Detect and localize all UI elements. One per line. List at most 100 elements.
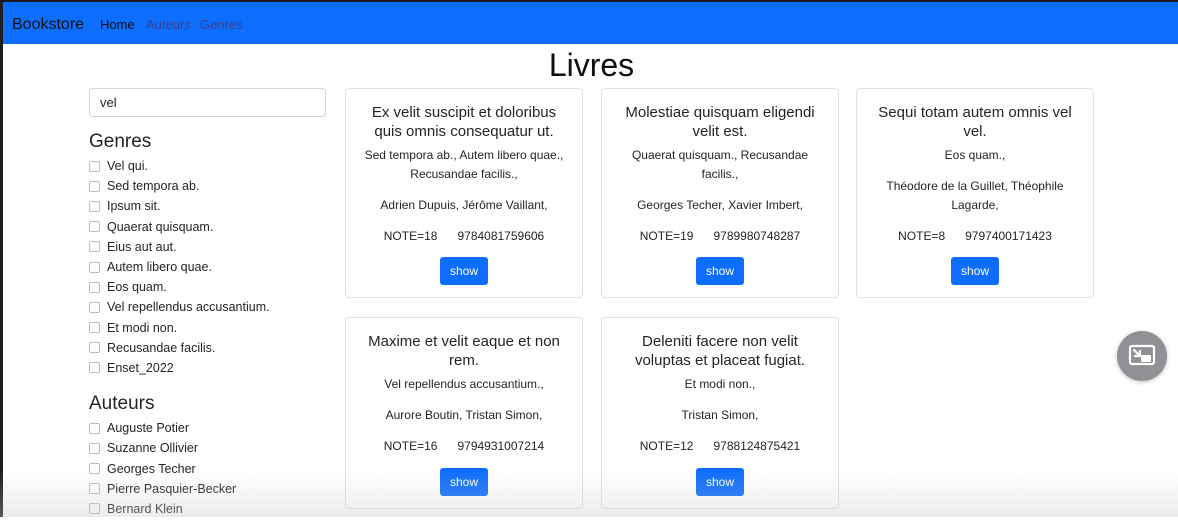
genre-label: Quaerat quisquam.	[107, 219, 214, 234]
search-input[interactable]	[89, 88, 326, 117]
author-label: Georges Techer	[107, 461, 196, 476]
genre-label: Enset_2022	[107, 360, 174, 375]
genre-label: Recusandae facilis.	[107, 340, 216, 355]
author-filter-list: Auguste Potier Suzanne Ollivier Georges Te…	[89, 418, 329, 519]
genre-filter-list: Vel qui. Sed tempora ab. Ipsum sit. Quaerat…	[89, 156, 329, 378]
genre-filter-item[interactable]: Sed tempora ab.	[89, 176, 329, 196]
book-authors: Aurore Boutin, Tristan Simon,	[385, 408, 543, 422]
nav-link-genres[interactable]: Genres	[200, 17, 243, 32]
genre-checkbox[interactable]	[89, 342, 100, 354]
book-authors: Adrien Dupuis, Jérôme Vaillant,	[380, 198, 548, 212]
filter-sidebar: Genres Vel qui. Sed tempora ab. Ipsum sit.…	[89, 129, 329, 532]
authors-heading: Auteurs	[89, 393, 155, 415]
book-title: Molestiae quisquam eligendi velit est.	[625, 104, 815, 140]
brand-link[interactable]: Bookstore	[12, 16, 84, 34]
genre-checkbox[interactable]	[89, 180, 100, 192]
book-isbn: 9789980748287	[713, 229, 801, 243]
genre-filter-item[interactable]: Vel repellendus accusantium.	[89, 297, 329, 317]
author-label: Auguste Potier	[107, 421, 189, 436]
author-filter-item[interactable]: Pierre Pasquier-Becker	[89, 479, 329, 499]
genre-filter-item[interactable]: Recusandae facilis.	[89, 338, 329, 358]
book-genres: Vel repellendus accusantium.,	[384, 377, 544, 391]
book-authors: Tristan Simon,	[681, 408, 759, 422]
book-authors: Théodore de la Guillet, Théophile Lagard…	[886, 179, 1064, 212]
genre-filter-item[interactable]: Et modi non.	[89, 318, 329, 338]
genre-checkbox[interactable]	[89, 301, 100, 313]
author-filter-item[interactable]: Bernard Klein	[89, 499, 329, 519]
genre-checkbox[interactable]	[89, 281, 100, 293]
book-card: Ex velit suscipit et doloribus quis omni…	[345, 88, 583, 298]
book-genres: Sed tempora ab., Autem libero quae., Rec…	[364, 148, 564, 181]
genre-filter-item[interactable]: Quaerat quisquam.	[89, 217, 329, 237]
author-checkbox[interactable]	[89, 422, 100, 434]
book-note: NOTE=18	[383, 229, 438, 243]
genre-filter-item[interactable]: Eius aut aut.	[89, 237, 329, 257]
nav-link-auteurs[interactable]: Auteurs	[146, 17, 191, 32]
genre-filter-item[interactable]: Vel qui.	[89, 156, 329, 176]
book-title: Sequi totam autem omnis vel vel.	[878, 104, 1072, 140]
book-genres: Quaerat quisquam., Recusandae facilis.,	[631, 148, 809, 181]
nav-link-home[interactable]: Home	[100, 17, 135, 32]
genre-label: Autem libero quae.	[107, 260, 212, 275]
genre-label: Eius aut aut.	[107, 239, 177, 254]
book-card: Maxime et velit eaque et non rem. Vel rep…	[345, 317, 583, 509]
genre-label: Ipsum sit.	[107, 199, 161, 214]
genre-label: Sed tempora ab.	[107, 179, 200, 194]
book-note: NOTE=8	[898, 229, 946, 243]
author-label: Suzanne Ollivier	[107, 441, 199, 456]
author-checkbox[interactable]	[89, 463, 100, 475]
genre-label: Et modi non.	[107, 320, 178, 335]
book-title: Deleniti facere non velit voluptas et pl…	[634, 333, 806, 369]
author-checkbox[interactable]	[89, 503, 100, 515]
genre-checkbox[interactable]	[89, 221, 100, 233]
show-button[interactable]: show	[440, 468, 488, 496]
author-checkbox[interactable]	[89, 483, 100, 495]
genre-checkbox[interactable]	[89, 200, 100, 212]
book-title: Maxime et velit eaque et non rem.	[368, 333, 560, 369]
book-isbn: 9784081759606	[457, 229, 545, 243]
genre-filter-item[interactable]: Ipsum sit.	[89, 196, 329, 216]
show-button[interactable]: show	[696, 257, 744, 285]
genres-heading: Genres	[89, 131, 152, 152]
show-button[interactable]: show	[951, 257, 999, 285]
genre-label: Vel repellendus accusantium.	[107, 300, 270, 315]
genre-checkbox[interactable]	[89, 322, 100, 334]
book-genres: Et modi non.,	[684, 377, 756, 391]
book-isbn: 9797400171423	[965, 229, 1052, 243]
book-authors: Georges Techer, Xavier Imbert,	[637, 198, 803, 212]
book-note: NOTE=12	[639, 439, 694, 453]
genre-filter-item[interactable]: Enset_2022	[89, 358, 329, 378]
genre-filter-item[interactable]: Autem libero quae.	[89, 257, 329, 277]
book-note: NOTE=16	[383, 439, 438, 453]
genre-label: Vel qui.	[107, 159, 149, 174]
page-title: Livres	[548, 47, 635, 83]
exit-picture-in-picture-button[interactable]	[1117, 331, 1167, 381]
book-meta: NOTE=12 9788124875421	[602, 437, 838, 456]
author-label: Pierre Pasquier-Becker	[107, 481, 237, 496]
author-filter-item[interactable]: Suzanne Ollivier	[89, 438, 329, 458]
book-card: Sequi totam autem omnis vel vel. Eos quam…	[856, 88, 1094, 298]
genre-checkbox[interactable]	[89, 241, 100, 253]
book-isbn: 9788124875421	[713, 439, 801, 453]
author-checkbox[interactable]	[89, 442, 100, 454]
exit-picture-in-picture-icon	[1128, 344, 1156, 366]
author-filter-item[interactable]: Georges Techer	[89, 458, 329, 478]
book-genres: Eos quam.,	[944, 148, 1006, 162]
author-label: Bernard Klein	[107, 501, 183, 516]
book-meta: NOTE=19 9789980748287	[602, 227, 838, 246]
genre-checkbox[interactable]	[89, 362, 100, 374]
genre-checkbox[interactable]	[89, 261, 100, 273]
book-card: Molestiae quisquam eligendi velit est. Qu…	[601, 88, 839, 298]
show-button[interactable]: show	[440, 257, 488, 285]
show-button[interactable]: show	[696, 468, 744, 496]
genre-label: Eos quam.	[107, 280, 167, 295]
genre-checkbox[interactable]	[89, 160, 100, 172]
book-card: Deleniti facere non velit voluptas et pl…	[601, 317, 839, 509]
author-filter-item[interactable]: Auguste Potier	[89, 418, 329, 438]
genre-filter-item[interactable]: Eos quam.	[89, 277, 329, 297]
book-meta: NOTE=8 9797400171423	[857, 227, 1093, 246]
book-meta: NOTE=16 9794931007214	[346, 437, 582, 456]
book-isbn: 9794931007214	[457, 439, 545, 453]
book-title: Ex velit suscipit et doloribus quis omni…	[371, 104, 557, 140]
book-note: NOTE=19	[639, 229, 694, 243]
